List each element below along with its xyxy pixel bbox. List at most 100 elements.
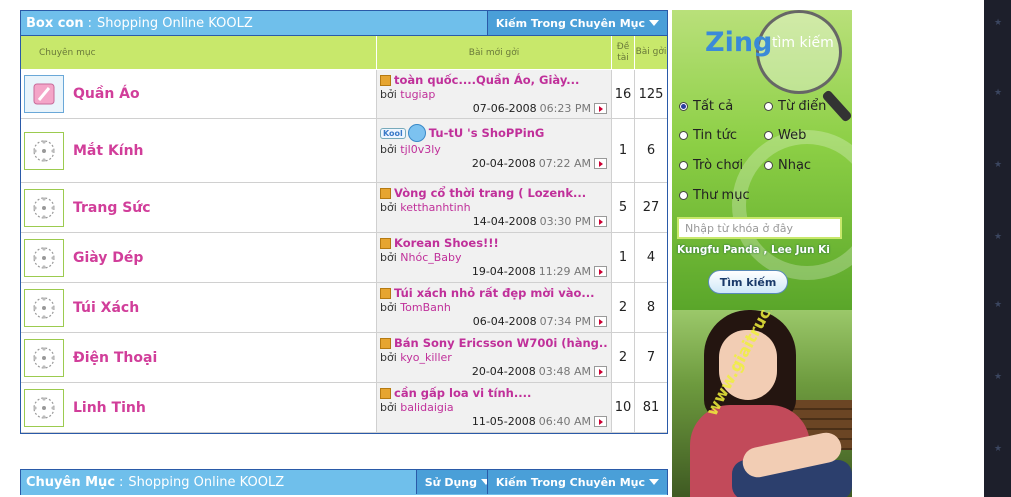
option-label: Nhạc (778, 158, 812, 173)
forum-name-link[interactable]: Linh Tinh (73, 400, 146, 416)
go-to-last-post-icon[interactable] (594, 366, 607, 377)
topic-count: 10 (612, 383, 635, 432)
zing-logo-subtitle: tìm kiếm (772, 35, 834, 51)
forum-row: Quần Áo toàn quốc....Quần Áo, Giày... bở… (21, 70, 667, 119)
forum-name-link[interactable]: Giày Dép (73, 250, 143, 266)
last-post-date: 19-04-2008 11:29 AM (380, 265, 607, 278)
post-date: 14-04-2008 (472, 215, 537, 228)
zing-logo: Zing (705, 27, 772, 58)
post-count: 125 (638, 86, 664, 102)
forum-status-icon (24, 338, 64, 377)
by-label: bởi (380, 88, 397, 101)
option-label: Web (778, 128, 807, 143)
post-time: 07:22 AM (538, 157, 591, 170)
last-thread-link[interactable]: Bán Sony Ericsson W700i (hàng... (380, 336, 607, 350)
category-header-title: Shopping Online KOOLZ (128, 475, 285, 490)
option-web[interactable]: Web (764, 128, 806, 143)
last-post-author: bởi tugiap (380, 88, 607, 101)
go-to-last-post-icon[interactable] (594, 103, 607, 114)
last-post-cell: Túi xách nhỏ rất đẹp mời vào... bởi TomB… (377, 283, 612, 332)
last-thread-title: toàn quốc....Quần Áo, Giày... (394, 73, 580, 87)
last-post-author: bởi ketthanhtinh (380, 201, 607, 214)
last-post-date: 20-04-2008 03:48 AM (380, 365, 607, 378)
option-news[interactable]: Tin tức (679, 128, 737, 143)
user-avatar: Kool (380, 124, 426, 142)
thread-icon (380, 237, 391, 249)
option-all[interactable]: Tất cả (679, 99, 733, 114)
author-link[interactable]: balidaigia (400, 401, 453, 414)
last-thread-link[interactable]: cần gấp loa vi tính.... (380, 386, 607, 400)
go-to-last-post-icon[interactable] (594, 216, 607, 227)
last-thread-link[interactable]: Kool Tu-tU 's ShoPPinG (380, 124, 607, 142)
last-post-date: 14-04-2008 03:30 PM (380, 215, 607, 228)
forum-name-link[interactable]: Túi Xách (73, 300, 139, 316)
by-label: bởi (380, 201, 397, 214)
forum-cell: Linh Tinh (21, 383, 377, 432)
author-link[interactable]: ketthanhtinh (400, 201, 470, 214)
dropdown-arrow-icon (649, 479, 659, 485)
option-games[interactable]: Trò chơi (679, 158, 743, 173)
post-count: 4 (646, 250, 656, 265)
last-post-author: bởi tjl0v3ly (380, 143, 607, 156)
author-link[interactable]: tjl0v3ly (400, 143, 441, 156)
author-link[interactable]: tugiap (400, 88, 435, 101)
last-post-date: 20-04-2008 07:22 AM (380, 157, 607, 170)
last-post-date: 11-05-2008 06:40 AM (380, 415, 607, 428)
last-thread-title: Vòng cổ thời trang ( Lozenk... (394, 186, 587, 200)
author-link[interactable]: TomBanh (400, 301, 451, 314)
go-to-last-post-icon[interactable] (594, 158, 607, 169)
table-header: Chuyên mục Bài mới gởi Đề tài Bài gởi (21, 36, 667, 70)
last-thread-link[interactable]: Vòng cổ thời trang ( Lozenk... (380, 186, 607, 200)
star-icon: ★ (994, 444, 1003, 454)
search-in-forum-label: Kiếm Trong Chuyên Mục (495, 16, 645, 30)
subforum-table: Box con : Shopping Online KOOLZ Kiếm Tro… (20, 10, 668, 434)
option-music[interactable]: Nhạc (764, 158, 811, 173)
zing-search-input[interactable]: Nhập từ khóa ở đây (677, 217, 842, 239)
category-header-prefix: Chuyên Mục (26, 475, 116, 490)
forum-name-link[interactable]: Quần Áo (73, 86, 140, 102)
column-topics: Đề tài (612, 36, 635, 69)
star-icon: ★ (994, 88, 1003, 98)
last-thread-link[interactable]: Korean Shoes!!! (380, 236, 607, 250)
thread-icon (380, 387, 391, 399)
last-thread-title: Túi xách nhỏ rất đẹp mời vào... (394, 286, 595, 300)
forum-status-icon (24, 188, 64, 227)
option-directory[interactable]: Thư mục (679, 188, 750, 203)
forum-name-link[interactable]: Trang Sức (73, 200, 151, 216)
forum-status-icon (24, 238, 64, 277)
post-date: 11-05-2008 (471, 415, 536, 428)
option-label: Tin tức (693, 128, 738, 143)
forum-name-link[interactable]: Điện Thoại (73, 350, 157, 366)
last-post-cell: Korean Shoes!!! bởi Nhóc_Baby 19-04-2008… (377, 233, 612, 282)
forum-name-link[interactable]: Mắt Kính (73, 143, 144, 159)
by-label: bởi (380, 401, 397, 414)
page: Box con : Shopping Online KOOLZ Kiếm Tro… (0, 0, 1011, 497)
post-time: 11:29 AM (538, 265, 591, 278)
zing-search-button[interactable]: Tìm kiếm (708, 270, 788, 294)
hot-keywords[interactable]: Kungfu Panda , Lee Jun Ki (677, 244, 830, 256)
forum-status-icon (24, 131, 64, 170)
forum-row: Mắt Kính Kool Tu-tU 's ShoPPinG bởi tjl0… (21, 119, 667, 183)
column-last-post: Bài mới gởi (377, 36, 612, 69)
last-thread-link[interactable]: toàn quốc....Quần Áo, Giày... (380, 73, 607, 87)
search-in-category-menu[interactable]: Kiếm Trong Chuyên Mục (486, 470, 667, 494)
forum-status-icon (24, 388, 64, 427)
go-to-last-post-icon[interactable] (594, 266, 607, 277)
author-link[interactable]: Nhóc_Baby (400, 251, 461, 264)
radio-icon (679, 131, 688, 140)
option-label: Trò chơi (693, 158, 744, 173)
thread-icon (380, 74, 391, 86)
go-to-last-post-icon[interactable] (594, 416, 607, 427)
last-thread-link[interactable]: Túi xách nhỏ rất đẹp mời vào... (380, 286, 607, 300)
star-icon: ★ (994, 232, 1003, 242)
option-dictionary[interactable]: Từ điển (764, 99, 826, 114)
author-link[interactable]: kyo_killer (400, 351, 452, 364)
search-in-forum-menu[interactable]: Kiếm Trong Chuyên Mục (486, 11, 667, 35)
by-label: bởi (380, 301, 397, 314)
header-separator: : (87, 15, 93, 31)
header-title: Shopping Online KOOLZ (97, 15, 253, 31)
photo-advertisement[interactable]: www.giaitruc.info (672, 310, 852, 497)
thread-icon (380, 287, 391, 299)
radio-icon (764, 131, 773, 140)
go-to-last-post-icon[interactable] (594, 316, 607, 327)
